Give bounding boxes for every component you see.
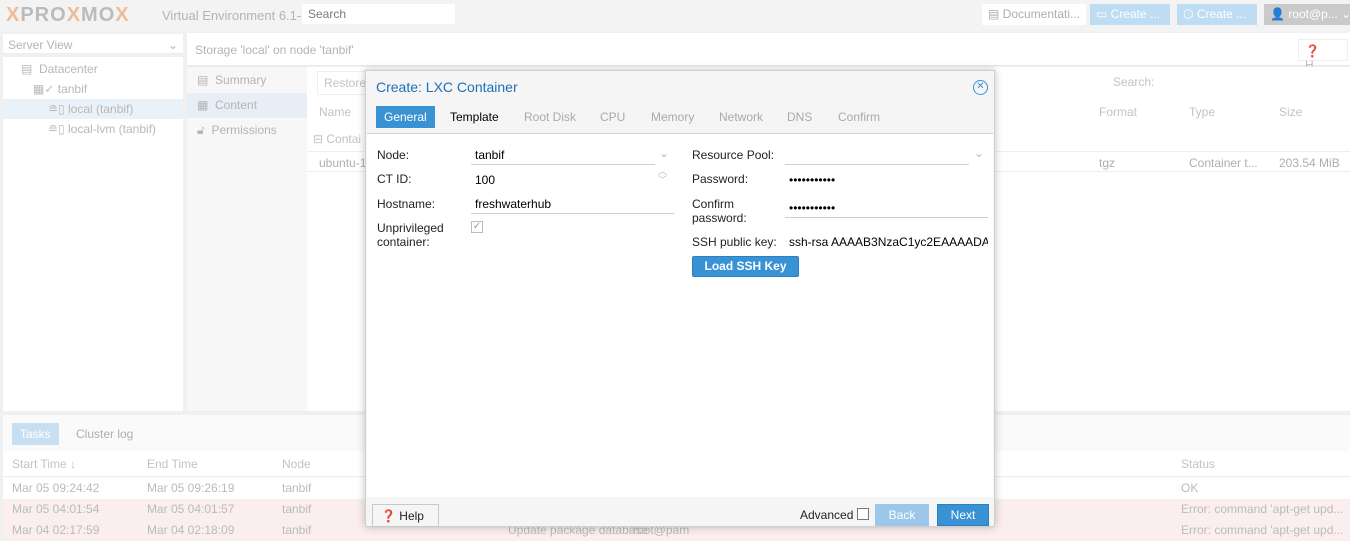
tab-root-disk[interactable]: Root Disk bbox=[516, 106, 584, 128]
ssh-key-input[interactable]: ssh-rsa AAAAB3NzaC1yc2EAAAADA bbox=[785, 232, 988, 252]
ctid-label: CT ID: bbox=[377, 172, 412, 186]
tab-memory[interactable]: Memory bbox=[643, 106, 702, 128]
confirm-password-label: Confirm password: bbox=[692, 197, 747, 225]
ctid-input[interactable]: 100 bbox=[471, 170, 655, 190]
close-icon[interactable]: ✕ bbox=[973, 80, 988, 95]
pool-label: Resource Pool: bbox=[692, 148, 775, 162]
help-icon: ❓ bbox=[381, 509, 396, 523]
tab-confirm[interactable]: Confirm bbox=[830, 106, 888, 128]
tab-dns[interactable]: DNS bbox=[779, 106, 820, 128]
tab-cpu[interactable]: CPU bbox=[592, 106, 633, 128]
unprivileged-label: Unprivileged container: bbox=[377, 221, 444, 249]
pool-select[interactable] bbox=[785, 145, 969, 165]
password-label: Password: bbox=[692, 172, 749, 186]
tab-general[interactable]: General bbox=[376, 106, 435, 128]
node-select[interactable]: tanbif bbox=[471, 145, 655, 165]
ssh-key-label: SSH public key: bbox=[692, 235, 777, 249]
unprivileged-checkbox[interactable]: ✓ bbox=[471, 221, 483, 233]
advanced-checkbox[interactable] bbox=[857, 508, 869, 520]
chevron-down-icon[interactable]: ⌄ bbox=[659, 146, 669, 160]
hostname-input[interactable]: freshwaterhub bbox=[471, 194, 674, 214]
spinner-icon[interactable]: ︿ ﹀ bbox=[658, 167, 667, 185]
advanced-label: Advanced bbox=[800, 508, 854, 522]
password-input[interactable]: ••••••••••• bbox=[785, 170, 988, 190]
next-button[interactable]: Next bbox=[937, 504, 989, 526]
tab-network[interactable]: Network bbox=[711, 106, 771, 128]
help-button[interactable]: ❓ Help bbox=[372, 504, 439, 527]
confirm-password-input[interactable]: ••••••••••• bbox=[785, 198, 988, 218]
general-form: Node: tanbif ⌄ CT ID: 100 ︿ ﹀ Hostname: f… bbox=[367, 133, 993, 497]
dialog-title: Create: LXC Container bbox=[376, 79, 518, 95]
node-label: Node: bbox=[377, 148, 410, 162]
back-button[interactable]: Back bbox=[875, 504, 929, 526]
load-ssh-key-button[interactable]: Load SSH Key File bbox=[692, 256, 799, 292]
create-lxc-dialog: Create: LXC Container ✕ General Template R… bbox=[365, 70, 995, 527]
tab-template[interactable]: Template bbox=[442, 106, 507, 128]
chevron-down-icon[interactable]: ⌄ bbox=[974, 146, 984, 160]
hostname-label: Hostname: bbox=[377, 197, 436, 211]
